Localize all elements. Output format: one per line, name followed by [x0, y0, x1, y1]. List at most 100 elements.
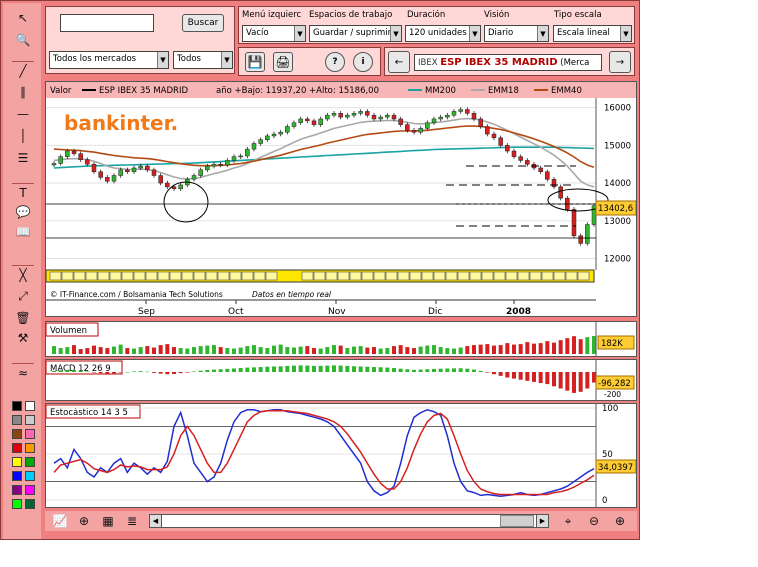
instrument-panel: ← IBEX ESP IBEX 35 MADRID (Merca →: [384, 47, 635, 76]
help-icon[interactable]: ?: [325, 52, 345, 72]
color-swatch-gray[interactable]: [12, 415, 22, 425]
macd-chart-svg[interactable]: MACD 12 26 9 -96,282 -200: [45, 360, 636, 400]
move-icon[interactable]: ⤢: [12, 287, 34, 305]
chart-type-icon[interactable]: 📈: [49, 512, 71, 530]
market-select[interactable]: Todos los mercados ▼: [49, 51, 169, 69]
candle-body: [478, 118, 483, 127]
macd-bar: [172, 372, 176, 374]
macd-bar: [192, 371, 196, 372]
zoom-fit-icon[interactable]: ⌖: [557, 512, 579, 530]
candle-body: [91, 163, 97, 172]
candle-body: [405, 124, 410, 131]
candle-body: [111, 175, 117, 182]
duration-label: Duración: [407, 10, 446, 20]
macd-bar: [485, 372, 490, 373]
news-marker: [385, 271, 398, 281]
color-swatch-yellow[interactable]: [12, 457, 22, 467]
scroll-left-icon[interactable]: ◀: [150, 515, 162, 527]
candle-body: [245, 148, 250, 157]
trash-icon[interactable]: 🗑: [12, 309, 34, 327]
color-swatch-white[interactable]: [25, 401, 35, 411]
parallel-lines-icon[interactable]: ∥: [12, 83, 34, 101]
bottom-toolbar: 📈 ⊕ ▦ ≣ ◀ ▶ ⌖ ⊖ ⊕: [45, 511, 637, 531]
color-swatch-black[interactable]: [12, 401, 22, 411]
color-swatch-lime[interactable]: [12, 499, 22, 509]
volume-bar: [505, 343, 510, 354]
fibonacci-icon[interactable]: ☰: [12, 149, 34, 167]
brand-logo: bankinter.: [64, 111, 178, 135]
macd-bar: [565, 372, 570, 391]
color-swatch-pink[interactable]: [25, 429, 35, 439]
trend-line-icon[interactable]: ╱: [12, 61, 34, 79]
zoom-in-bottom-icon[interactable]: ⊕: [609, 512, 631, 530]
volume-bar: [438, 347, 443, 354]
macd-bar: [525, 372, 530, 381]
color-swatch-green[interactable]: [25, 457, 35, 467]
layers-icon[interactable]: ≣: [121, 512, 143, 530]
macd-bar: [105, 372, 110, 374]
macd-bar: [178, 372, 183, 374]
instrument-field[interactable]: IBEX ESP IBEX 35 MADRID (Merca: [414, 54, 602, 71]
book-icon[interactable]: 📖: [12, 223, 34, 241]
macd-bar: [245, 367, 250, 372]
scrollbar-thumb[interactable]: [500, 515, 534, 527]
candle-body: [365, 111, 370, 116]
duration-select[interactable]: 120 unidades ▼: [405, 25, 481, 42]
color-swatch-cyan[interactable]: [25, 471, 35, 481]
macd-bar: [238, 368, 243, 372]
price-chart-svg[interactable]: Valor ESP IBEX 35 MADRID año +Bajo: 1193…: [45, 82, 637, 317]
text-tool-icon[interactable]: T: [12, 183, 34, 201]
indicator-icon[interactable]: ≈: [12, 363, 34, 381]
color-swatch-magenta[interactable]: [25, 485, 35, 495]
color-swatch-orange[interactable]: [25, 443, 35, 453]
pointer-icon[interactable]: ↖: [12, 9, 34, 27]
macd-bar: [492, 372, 496, 375]
zoom-out-icon[interactable]: ⊖: [583, 512, 605, 530]
print-icon[interactable]: 🖨: [273, 52, 293, 72]
stochastic-y-tick: 50: [602, 450, 613, 460]
news-marker: [577, 271, 590, 281]
tools-icon[interactable]: ⚒: [12, 329, 34, 347]
volume-bar: [272, 345, 276, 354]
vertical-line-icon[interactable]: │: [12, 127, 34, 145]
search-input[interactable]: [60, 14, 154, 32]
type-select[interactable]: Todos ▼: [173, 51, 233, 69]
candle-body: [398, 118, 403, 125]
save-icon[interactable]: 💾: [245, 52, 265, 72]
color-swatch-brown[interactable]: [12, 429, 22, 439]
scale-select[interactable]: Escala lineal ▼: [553, 25, 632, 42]
volume-bar: [512, 344, 516, 354]
macd-bar: [285, 365, 290, 372]
news-marker: [433, 271, 446, 281]
next-instrument-icon[interactable]: →: [609, 51, 631, 73]
color-swatch-red[interactable]: [12, 443, 22, 453]
color-swatch-light-gray[interactable]: [25, 415, 35, 425]
menu-select[interactable]: Vacío ▼: [242, 25, 306, 42]
color-swatch-dark-green[interactable]: [25, 499, 35, 509]
horizontal-scrollbar[interactable]: ◀ ▶: [149, 514, 549, 528]
info-icon[interactable]: i: [353, 52, 373, 72]
workspace-select[interactable]: Guardar / suprimir ▼: [309, 25, 402, 42]
volume-bar: [532, 343, 536, 354]
magnet-icon[interactable]: ⊕: [73, 512, 95, 530]
view-select[interactable]: Diario ▼: [484, 25, 549, 42]
cross-lines-icon[interactable]: ╳: [12, 265, 34, 283]
stochastic-chart-svg[interactable]: Estocástico 14 3 5 0 50 100 34,0397: [45, 404, 637, 507]
previous-instrument-icon[interactable]: ←: [388, 51, 410, 73]
search-button[interactable]: Buscar: [182, 14, 224, 32]
scroll-right-icon[interactable]: ▶: [536, 515, 548, 527]
comment-icon[interactable]: 💬: [12, 203, 34, 221]
color-swatch-blue[interactable]: [12, 471, 22, 481]
zoom-in-icon[interactable]: 🔍: [12, 31, 34, 49]
volume-bar: [245, 346, 250, 354]
volume-bar: [365, 347, 370, 354]
emm40-legend: EMM40: [551, 86, 582, 96]
color-swatch-purple[interactable]: [12, 485, 22, 495]
data-table-icon[interactable]: ▦: [97, 512, 119, 530]
emm18-legend: EMM18: [488, 86, 519, 96]
volume-bar: [538, 343, 543, 354]
volume-chart-svg[interactable]: Volumen 182K: [45, 322, 636, 356]
macd-bar: [432, 368, 436, 372]
volume-bar: [285, 347, 290, 354]
horizontal-line-icon[interactable]: —: [12, 105, 34, 123]
